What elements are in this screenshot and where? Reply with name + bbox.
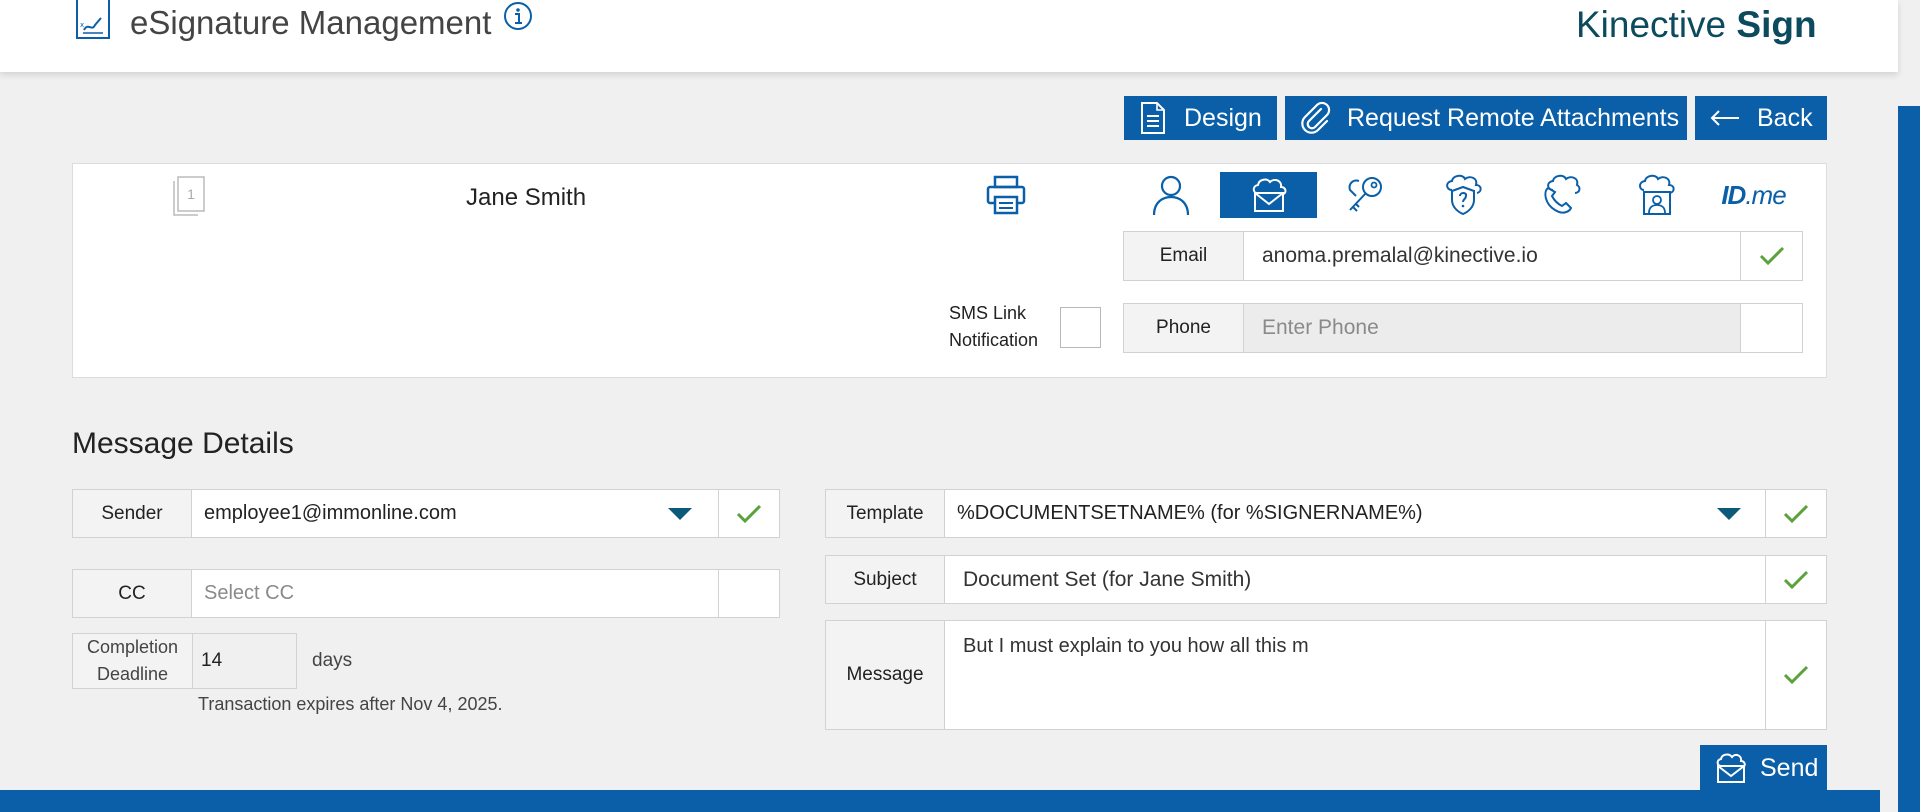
brand-logo: Kinective Sign [1576,4,1817,45]
sender-label: Sender [73,490,192,537]
request-remote-attachments-label: Request Remote Attachments [1347,103,1680,132]
sender-valid-status [718,490,779,537]
check-icon [1759,246,1784,266]
sender-field-group: Sender employee1@immonline.com [72,489,780,538]
subject-label: Subject [826,556,945,603]
message-label: Message [826,621,945,729]
cc-label: CC [73,570,192,617]
chevron-down-icon [668,507,692,520]
template-valid-status [1765,490,1826,537]
svg-text:x: x [80,21,84,29]
phone-status [1740,304,1802,352]
keys-icon [1348,177,1382,212]
right-edge-bar [1898,106,1920,812]
email-input[interactable]: anoma.premalal@kinective.io [1244,232,1740,280]
page-count: 1 [187,186,195,202]
back-button[interactable]: Back [1695,96,1827,140]
subject-input[interactable]: Document Set (for Jane Smith) [945,556,1765,603]
message-textarea[interactable]: But I must explain to you how all this m [945,621,1765,729]
idme-logo: ID.me [1721,179,1786,210]
phone-cloud-icon [1543,174,1580,214]
sender-select[interactable]: employee1@immonline.com [192,490,718,537]
auth-tab-email[interactable] [1220,172,1317,218]
auth-tab-idme[interactable]: ID.me [1705,172,1802,218]
signer-name: Jane Smith [466,184,587,211]
check-icon [1783,570,1809,589]
info-icon[interactable] [503,1,533,31]
phone-input[interactable]: Enter Phone [1244,304,1740,352]
arrow-left-icon [1710,110,1739,126]
email-label: Email [1124,232,1244,280]
auth-tab-keys[interactable] [1317,172,1414,218]
send-label: Send [1760,753,1819,782]
design-label: Design [1184,103,1262,132]
subject-valid-status [1765,556,1826,603]
cc-status [718,570,779,617]
envelope-cloud-icon [1716,753,1746,783]
sms-link-notification-checkbox[interactable] [1060,307,1101,348]
sms-link-notification-label: SMS Link Notification [949,303,1039,350]
person-icon [1152,175,1189,216]
template-select[interactable]: %DOCUMENTSETNAME% (for %SIGNERNAME%) [945,490,1765,537]
email-field-group: Email anoma.premalal@kinective.io [1123,231,1803,281]
auth-tab-id-badge[interactable] [1608,172,1705,218]
auth-tab-security-question[interactable] [1414,172,1511,218]
signed-document-icon: x [76,0,110,39]
check-icon [736,504,762,523]
envelope-cloud-icon [1252,178,1286,212]
phone-field-group: Phone Enter Phone [1123,303,1803,353]
request-remote-attachments-button[interactable]: Request Remote Attachments [1285,96,1687,140]
back-label: Back [1757,103,1813,132]
auth-tab-phone[interactable] [1511,172,1608,218]
email-valid-status [1740,232,1802,280]
footer-bar [0,790,1880,812]
template-label: Template [826,490,945,537]
message-valid-status [1765,621,1826,729]
id-badge-icon [1638,174,1675,215]
document-pages-icon[interactable]: 1 [172,175,206,217]
paperclip-icon [1301,101,1331,134]
message-details-title: Message Details [72,427,294,460]
printer-icon[interactable] [985,175,1027,215]
shield-question-icon [1445,174,1482,216]
phone-label: Phone [1124,304,1244,352]
template-value: %DOCUMENTSETNAME% (for %SIGNERNAME%) [957,502,1423,524]
cc-input[interactable]: Select CC [192,570,718,617]
chevron-down-icon [1717,507,1741,520]
sender-value: employee1@immonline.com [204,502,457,524]
template-field-group: Template %DOCUMENTSETNAME% (for %SIGNERN… [825,489,1827,538]
auth-tab-person[interactable] [1122,172,1219,218]
send-button[interactable]: Send [1700,745,1827,791]
top-header: x eSignature Management Kinective Sign [0,0,1898,72]
subject-field-group: Subject Document Set (for Jane Smith) [825,555,1827,604]
expiration-note: Transaction expires after Nov 4, 2025. [198,694,503,714]
cc-field-group: CC Select CC [72,569,780,618]
message-field-group: Message But I must explain to you how al… [825,620,1827,730]
completion-deadline-input[interactable]: 14 [193,633,297,689]
app-title: eSignature Management [130,4,492,41]
check-icon [1783,504,1809,523]
design-button[interactable]: Design [1124,96,1277,140]
completion-deadline-label: Completion Deadline [72,633,193,689]
document-list-icon [1141,102,1165,134]
check-icon [1783,665,1809,685]
deadline-unit: days [312,650,353,671]
